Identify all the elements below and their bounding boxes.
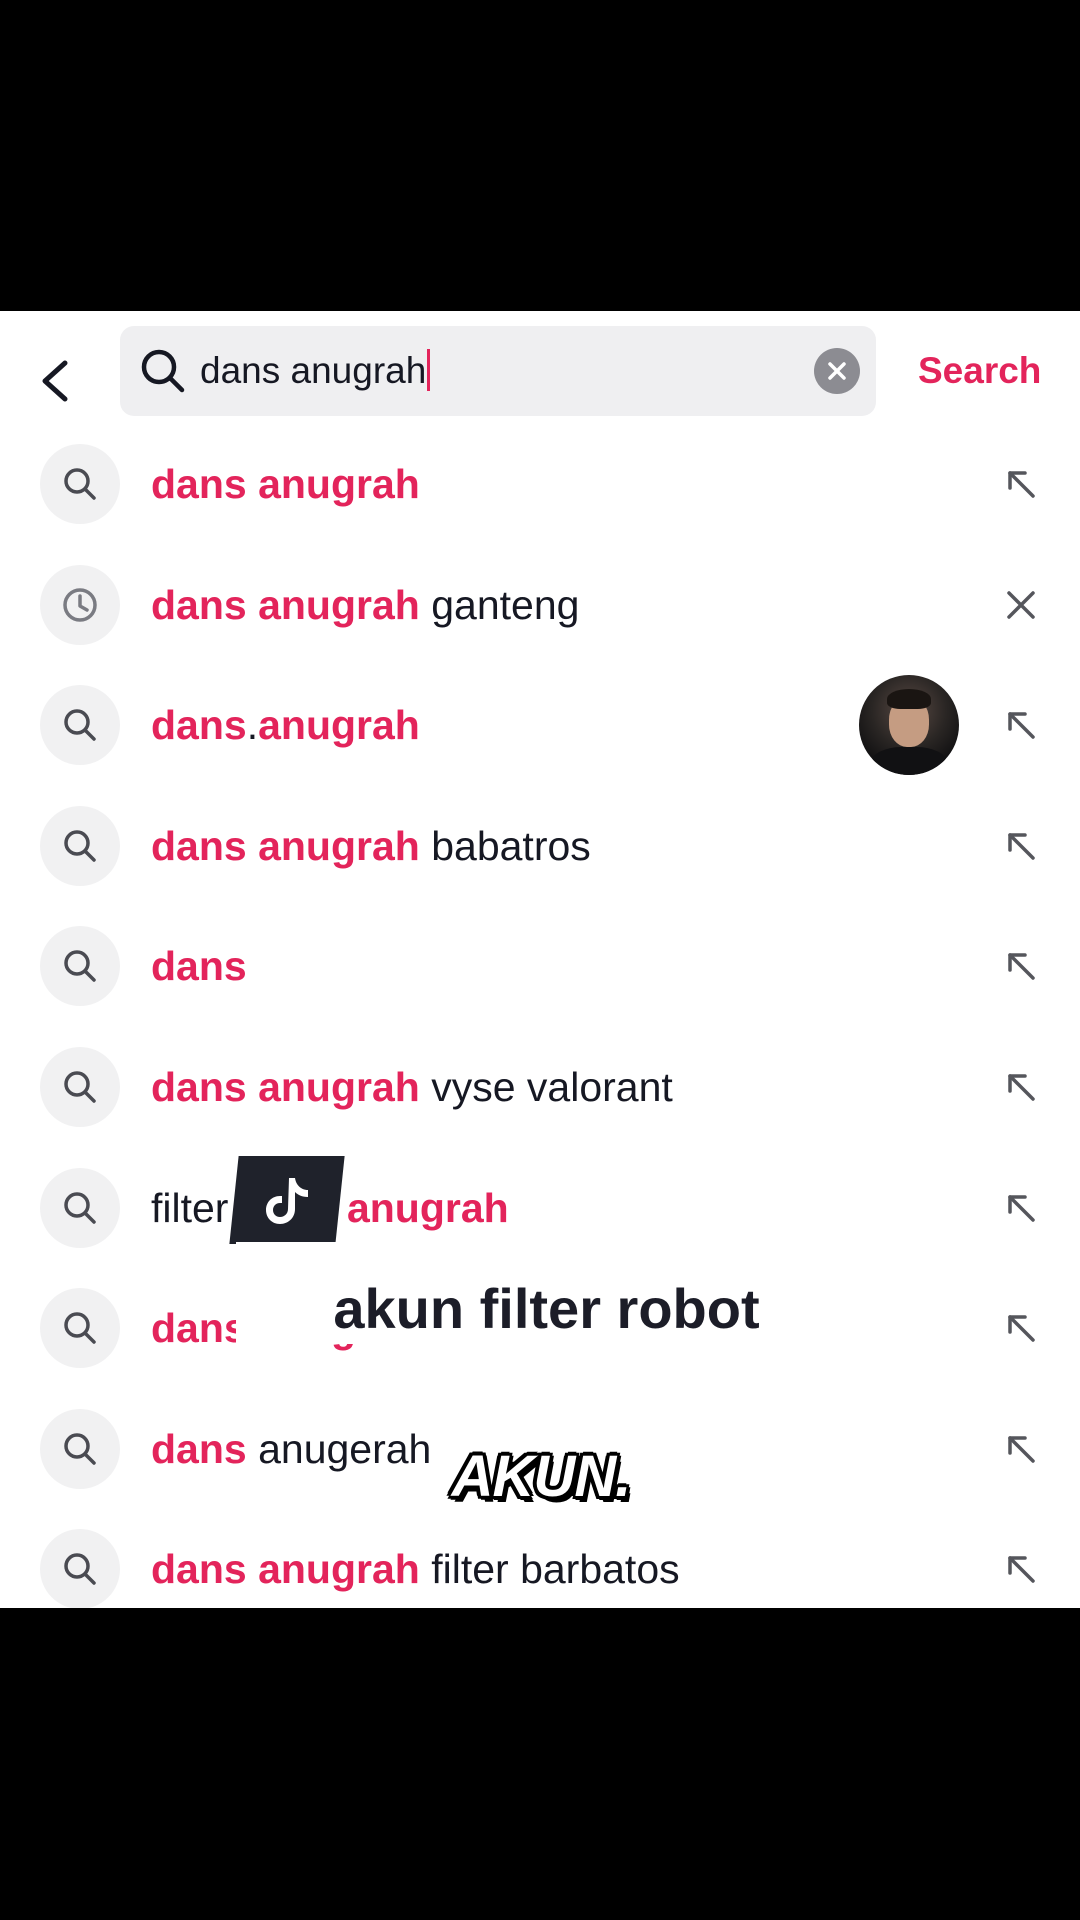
search-submit-button[interactable]: Search [918, 341, 1041, 401]
search-bar[interactable]: dans anugrah [120, 326, 876, 416]
suggestion-match-text: dans [151, 1425, 247, 1472]
suggestion-row[interactable]: dans anugrah filter barbatos [0, 1509, 1080, 1608]
suggestion-match-text: dans anugrah [151, 461, 420, 507]
tiktok-logo-watermark [229, 1156, 345, 1244]
suggestion-lead-icon-circle [40, 1529, 120, 1608]
suggestion-match-text: dans anugrah [151, 1546, 420, 1593]
history-clock-icon [63, 587, 97, 622]
suggestion-match-text: dans anugrah [151, 822, 420, 869]
fill-arrow-icon [1008, 471, 1035, 498]
suggestion-row[interactable]: dans anugrah vyse valorant [0, 1027, 1080, 1147]
fill-arrow-icon [1008, 833, 1035, 860]
search-input[interactable]: dans anugrah [200, 340, 431, 402]
search-icon [64, 1433, 96, 1465]
suggestion-row[interactable]: dans.anugrah [0, 665, 1080, 785]
fill-arrow-icon [1008, 712, 1035, 739]
suggestion-lead-icon-circle [40, 444, 120, 524]
search-icon [64, 1071, 96, 1103]
suggestion-lead-icon-circle [40, 1167, 120, 1248]
fill-query-button[interactable] [996, 821, 1046, 871]
video-caption-overlay: akun filter robot [333, 1277, 760, 1340]
suggestion-text: dans anugrah [151, 424, 420, 544]
tiktok-note-icon [266, 1178, 308, 1224]
suggestion-row[interactable]: dans anugrah ganteng [0, 545, 1080, 665]
suggestion-text: dans anugrah filter barbatos [151, 1509, 680, 1608]
suggestion-match-text: dans anugrah [151, 581, 420, 628]
search-suggestions-screen: dans anugrah Search dans anugrah dans anu… [0, 311, 1080, 1608]
clear-search-button[interactable] [814, 348, 860, 394]
fill-arrow-icon [1008, 1436, 1035, 1463]
fill-arrow-icon [1008, 953, 1035, 981]
suggestion-extra-text: babatros [419, 822, 591, 869]
fill-query-button[interactable] [996, 1062, 1046, 1112]
suggestion-text: dans anugrah ganteng [151, 545, 579, 665]
search-icon [64, 709, 96, 741]
suggestion-row[interactable]: dans anugrah [0, 424, 1080, 544]
search-icon [64, 950, 96, 983]
suggestion-extra-text: filter barbatos [419, 1546, 680, 1593]
video-subtitle: AKUN. [451, 1444, 632, 1509]
suggestion-row[interactable]: dans [0, 906, 1080, 1026]
suggestion-match-text: anugrah [258, 702, 420, 749]
suggestion-lead-icon-circle [40, 805, 120, 886]
suggestion-lead-icon-circle [40, 564, 120, 645]
fill-query-button[interactable] [996, 1544, 1046, 1594]
fill-query-button[interactable] [996, 1424, 1046, 1474]
close-icon [828, 362, 846, 380]
fill-query-button[interactable] [996, 459, 1046, 509]
suggestion-row[interactable]: dans anugrah babatros [0, 786, 1080, 906]
search-icon [64, 468, 96, 500]
suggestion-extra-text: ganteng [419, 581, 580, 628]
fill-arrow-icon [1008, 1194, 1035, 1222]
suggestion-match-text: dans anugrah [151, 1064, 420, 1110]
suggestion-extra-text: . [246, 702, 259, 749]
suggestion-extra-text: vyse valorant [419, 1064, 673, 1110]
fill-query-button[interactable] [996, 1183, 1046, 1233]
fill-arrow-icon [1008, 1074, 1035, 1101]
suggestion-text: dans anugrah babatros [151, 786, 591, 906]
account-avatar[interactable] [859, 675, 959, 776]
remove-history-button[interactable] [996, 580, 1046, 630]
suggestion-extra-text: filter [151, 1184, 240, 1231]
fill-query-button[interactable] [996, 700, 1046, 750]
suggestion-text: dans anugrah vyse valorant [151, 1027, 673, 1147]
search-icon [141, 349, 185, 393]
search-icon [64, 1553, 96, 1586]
search-query-text: dans anugrah [200, 350, 427, 391]
suggestion-lead-icon-circle [40, 1047, 120, 1127]
fill-query-button[interactable] [996, 941, 1046, 991]
back-button[interactable] [28, 341, 82, 421]
fill-arrow-icon [1008, 1556, 1035, 1584]
suggestion-match-text: dans [151, 702, 247, 749]
suggestion-lead-icon-circle [40, 1408, 120, 1489]
search-icon [64, 1191, 96, 1224]
suggestion-match-text: dans [151, 943, 247, 990]
suggestion-text: dans [151, 906, 247, 1026]
chevron-left-icon [42, 360, 68, 402]
suggestion-lead-icon-circle [40, 685, 120, 766]
suggestion-lead-icon-circle [40, 926, 120, 1007]
remove-x-icon [1007, 590, 1035, 619]
search-icon [64, 830, 96, 862]
suggestion-text: dans.anugrah [151, 665, 420, 785]
text-caret [427, 349, 431, 392]
